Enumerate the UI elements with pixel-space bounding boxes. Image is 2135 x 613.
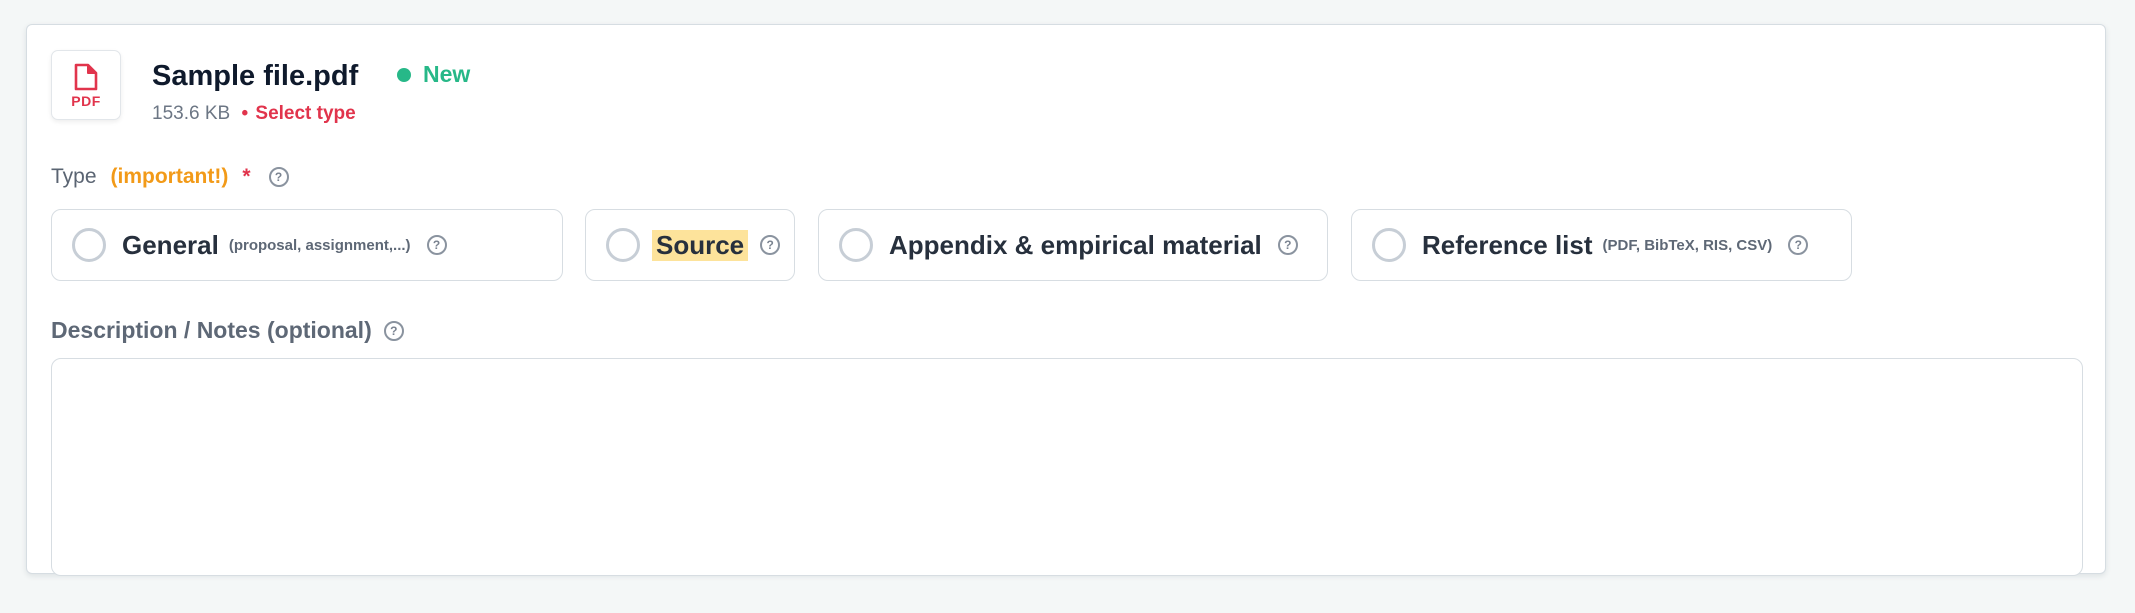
option-hint: (PDF, BibTeX, RIS, CSV) [1602,236,1773,254]
radio-reference-list[interactable] [1372,228,1406,262]
option-hint: (proposal, assignment,...) [228,236,411,254]
file-meta: 153.6 KB • Select type [152,103,356,125]
type-label: Type [51,165,97,188]
select-type-link[interactable]: Select type [255,103,355,124]
help-icon[interactable]: ? [1277,235,1298,255]
description-label-row: Description / Notes (optional) ? [51,317,404,344]
type-option-appendix[interactable]: Appendix & empirical material ? [818,209,1328,281]
pdf-file-icon: PDF [51,50,121,120]
type-field-label: Type (important!) * ? [51,165,289,189]
required-mark: * [242,165,251,188]
status-dot-icon [397,67,411,82]
help-icon[interactable]: ? [383,320,404,341]
description-label: Description / Notes (optional) [51,317,372,343]
pdf-label: PDF [71,93,101,109]
type-option-source[interactable]: Source ? [585,209,795,281]
status-badge: New [397,61,470,88]
important-note: (important!) [110,165,229,188]
radio-appendix[interactable] [839,228,873,262]
option-label: General [122,229,219,260]
help-icon[interactable]: ? [268,167,289,187]
file-name: Sample file.pdf [152,60,359,92]
option-label: Source [652,229,749,261]
radio-general[interactable] [72,228,106,262]
description-textarea[interactable] [51,358,2083,576]
meta-separator: • [241,103,249,124]
help-icon[interactable]: ? [1788,235,1809,255]
file-upload-card: PDF Sample file.pdf New 153.6 KB • Selec… [26,24,2106,576]
option-label: Appendix & empirical material [889,229,1262,260]
option-label: Reference list [1422,229,1593,260]
help-icon[interactable]: ? [426,235,447,255]
help-icon[interactable]: ? [760,235,781,255]
document-icon [74,63,98,91]
type-option-reference-list[interactable]: Reference list (PDF, BibTeX, RIS, CSV) ? [1351,209,1852,281]
file-size: 153.6 KB [152,103,231,124]
status-text: New [423,61,471,87]
type-option-general[interactable]: General (proposal, assignment,...) ? [51,209,563,281]
radio-source[interactable] [606,228,640,262]
